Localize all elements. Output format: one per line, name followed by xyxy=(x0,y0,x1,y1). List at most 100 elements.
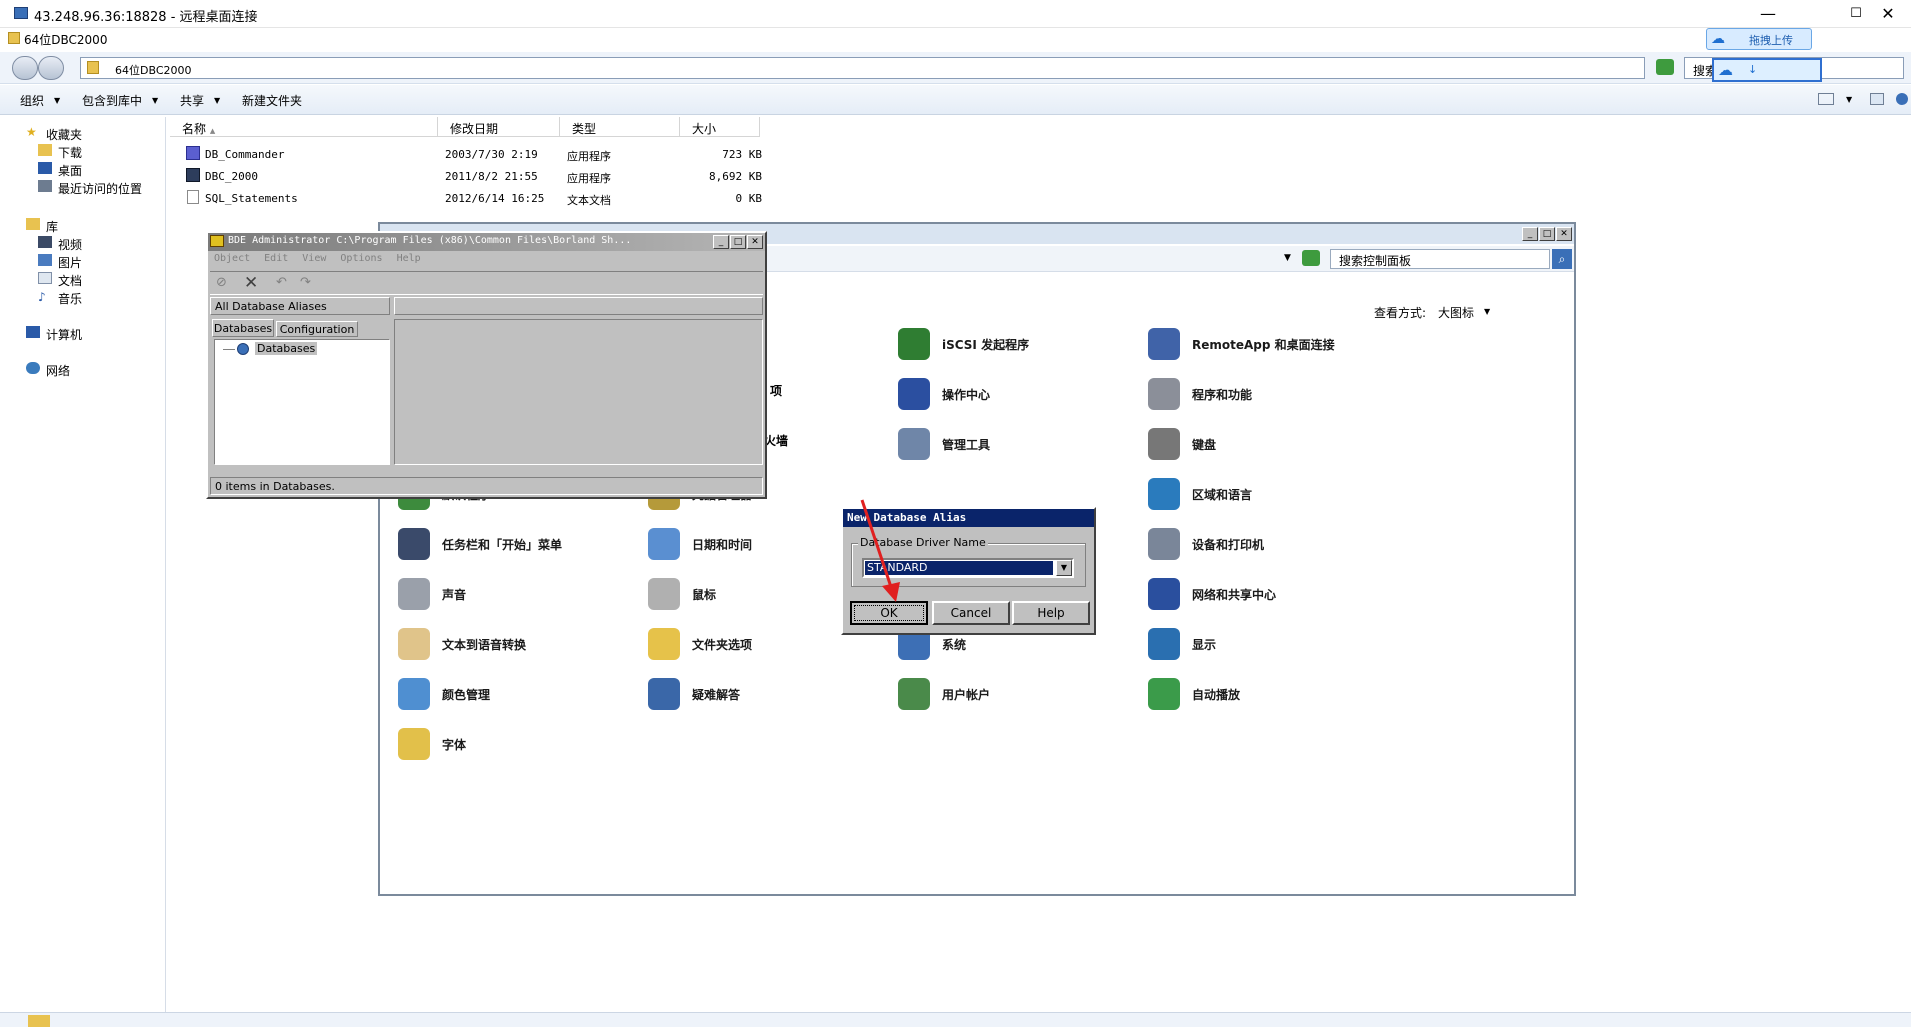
bde-toolbar: ⊘ ✕ ↶ ↷ xyxy=(210,271,763,295)
chevron-down-icon[interactable]: ▼ xyxy=(1484,307,1490,316)
cp-item[interactable]: 键盘 xyxy=(1148,424,1388,464)
address-field[interactable]: 64位DBC2000 xyxy=(80,57,1645,79)
include-library-menu[interactable]: 包含到库中 xyxy=(82,92,142,109)
tab-configuration[interactable]: Configuration xyxy=(276,321,358,337)
cp-item[interactable]: 网络和共享中心 xyxy=(1148,574,1388,614)
bde-administrator-window: BDE Administrator C:\Program Files (x86)… xyxy=(206,231,767,499)
cp-item[interactable]: 任务栏和「开始」菜单 xyxy=(398,524,638,564)
minimize-button[interactable]: _ xyxy=(713,235,729,249)
share-menu[interactable]: 共享 xyxy=(180,92,204,109)
database-icon xyxy=(237,343,249,355)
help-button[interactable]: Help xyxy=(1012,601,1090,625)
cp-item[interactable]: 程序和功能 xyxy=(1148,374,1388,414)
cp-item-icon xyxy=(398,628,430,660)
forward-button[interactable] xyxy=(38,56,64,80)
view-options-icon[interactable] xyxy=(1818,93,1834,105)
nav-downloads[interactable]: 下载 xyxy=(58,144,82,161)
view-by-dropdown[interactable]: 大图标 xyxy=(1438,304,1474,321)
baidu-search-widget[interactable]: ☁ ↓ xyxy=(1712,58,1822,82)
menu-options[interactable]: Options xyxy=(340,253,382,264)
maximize-button[interactable]: □ xyxy=(730,235,746,249)
tab-databases[interactable]: Databases xyxy=(212,319,274,337)
menu-edit[interactable]: Edit xyxy=(264,253,288,264)
cp-item[interactable]: RemoteApp 和桌面连接 xyxy=(1148,324,1388,364)
explorer-title: 64位DBC2000 xyxy=(24,33,108,47)
cp-item-label: 键盘 xyxy=(1192,438,1217,452)
column-header-name[interactable]: 名称 ▲ xyxy=(170,117,438,137)
tree-root-databases[interactable]: Databases xyxy=(255,342,318,355)
maximize-button[interactable]: □ xyxy=(1539,227,1555,241)
cp-item[interactable]: 自动播放 xyxy=(1148,674,1388,714)
aliases-selector[interactable]: All Database Aliases xyxy=(210,297,390,315)
search-icon[interactable]: ⌕ xyxy=(1552,249,1572,269)
open-icon[interactable]: ⊘ xyxy=(216,275,227,290)
column-header-type[interactable]: 类型 xyxy=(560,117,680,137)
cancel-button[interactable]: Cancel xyxy=(932,601,1010,625)
cp-item[interactable]: 管理工具 xyxy=(898,424,1138,464)
explorer-status-bar xyxy=(0,1012,1911,1027)
cp-item[interactable]: 疑难解答 xyxy=(648,674,888,714)
rdp-title-bar: 43.248.96.36:18828 - 远程桌面连接 — ☐ ✕ xyxy=(0,0,1911,28)
file-size: 723 KB xyxy=(722,148,762,161)
close-button[interactable]: ✕ xyxy=(747,235,763,249)
cp-item[interactable]: 设备和打印机 xyxy=(1148,524,1388,564)
table-row[interactable]: DB_Commander 2003/7/30 2:19 应用程序 723 KB xyxy=(170,145,770,163)
new-folder-button[interactable]: 新建文件夹 xyxy=(242,92,302,109)
cp-item[interactable]: 用户帐户 xyxy=(898,674,1138,714)
chevron-down-icon[interactable]: ▼ xyxy=(1284,253,1291,263)
nav-music[interactable]: 音乐 xyxy=(58,290,82,307)
close-button[interactable]: ✕ xyxy=(1556,227,1572,241)
cp-item[interactable]: 声音 xyxy=(398,574,638,614)
cp-item[interactable]: iSCSI 发起程序 xyxy=(898,324,1138,364)
nav-videos[interactable]: 视频 xyxy=(58,236,82,253)
menu-help[interactable]: Help xyxy=(397,253,421,264)
chevron-down-icon[interactable]: ▼ xyxy=(1846,95,1852,104)
library-icon xyxy=(26,218,40,230)
preview-pane-icon[interactable] xyxy=(1870,93,1884,105)
nav-recent[interactable]: 最近访问的位置 xyxy=(58,180,142,197)
minimize-button[interactable]: — xyxy=(1748,3,1788,25)
table-row[interactable]: DBC_2000 2011/8/2 21:55 应用程序 8,692 KB xyxy=(170,167,770,185)
back-button[interactable] xyxy=(12,56,38,80)
nav-network[interactable]: 网络 xyxy=(46,362,70,379)
file-type: 应用程序 xyxy=(567,172,611,185)
cp-item-icon xyxy=(1148,478,1180,510)
chevron-down-icon[interactable]: ▼ xyxy=(1056,560,1072,576)
control-panel-search[interactable]: 搜索控制面板 xyxy=(1330,249,1550,269)
database-tree[interactable]: Databases xyxy=(214,339,390,465)
partial-item-label: 项 xyxy=(770,384,783,398)
column-header-size[interactable]: 大小 xyxy=(680,117,760,137)
nav-library[interactable]: 库 xyxy=(46,218,58,235)
file-name: DB_Commander xyxy=(205,148,285,161)
cp-item[interactable]: 操作中心 xyxy=(898,374,1138,414)
navigation-pane: ★ 收藏夹 下载 桌面 最近访问的位置 库 视频 图片 文档 ♪ 音乐 计算机 … xyxy=(6,117,166,1015)
cp-item-label: 设备和打印机 xyxy=(1192,538,1265,552)
cp-item[interactable]: 颜色管理 xyxy=(398,674,638,714)
chevron-down-icon: ▼ xyxy=(152,96,159,105)
table-row[interactable]: SQL_Statements 2012/6/14 16:25 文本文档 0 KB xyxy=(170,189,770,207)
close-button[interactable]: ✕ xyxy=(1868,3,1908,25)
cp-item[interactable]: 区域和语言 xyxy=(1148,474,1388,514)
nav-favorites[interactable]: 收藏夹 xyxy=(46,126,82,143)
cp-item[interactable]: 文本到语音转换 xyxy=(398,624,638,664)
column-header-date[interactable]: 修改日期 xyxy=(438,117,560,137)
delete-icon[interactable]: ✕ xyxy=(244,273,258,293)
nav-computer[interactable]: 计算机 xyxy=(46,326,82,343)
baidu-upload-widget[interactable]: ☁ 拖拽上传 xyxy=(1706,28,1812,50)
nav-documents[interactable]: 文档 xyxy=(58,272,82,289)
cp-item-icon xyxy=(1148,628,1180,660)
refresh-icon[interactable] xyxy=(1302,250,1320,266)
cp-item[interactable]: 字体 xyxy=(398,724,638,764)
redo-icon[interactable]: ↷ xyxy=(300,275,311,290)
menu-object[interactable]: Object xyxy=(214,253,250,264)
cp-item-label: 字体 xyxy=(442,738,467,752)
refresh-icon[interactable] xyxy=(1656,59,1674,75)
help-icon[interactable] xyxy=(1896,93,1908,105)
cp-item[interactable]: 显示 xyxy=(1148,624,1388,664)
minimize-button[interactable]: _ xyxy=(1522,227,1538,241)
menu-view[interactable]: View xyxy=(302,253,326,264)
organize-menu[interactable]: 组织 xyxy=(20,92,44,109)
nav-desktop[interactable]: 桌面 xyxy=(58,162,82,179)
nav-pictures[interactable]: 图片 xyxy=(58,254,82,271)
undo-icon[interactable]: ↶ xyxy=(276,275,287,290)
